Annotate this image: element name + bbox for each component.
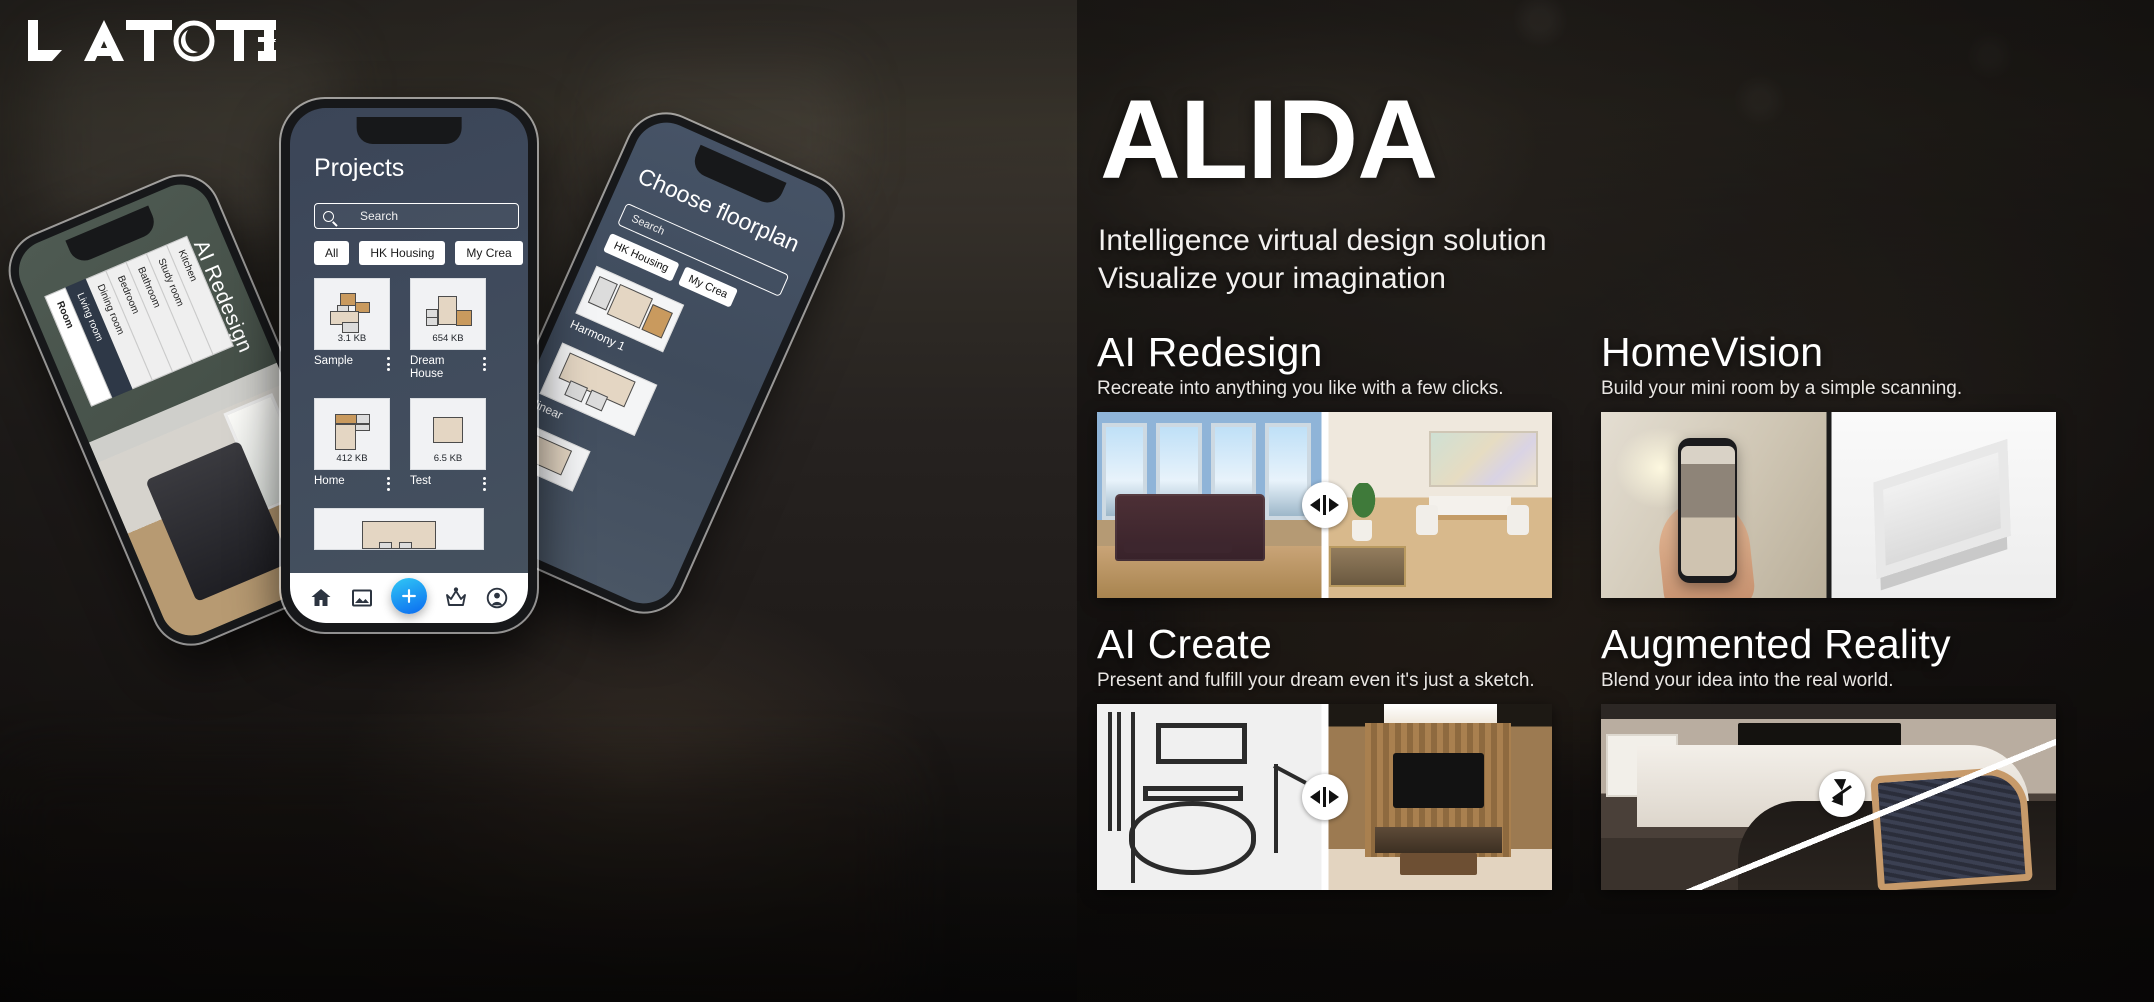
search-placeholder: Search bbox=[629, 212, 667, 238]
project-card[interactable]: 3.1 KB Sample bbox=[314, 278, 390, 381]
feature-card-ai-redesign[interactable]: AI Redesign Recreate into anything you l… bbox=[1097, 329, 1552, 599]
phone-notch bbox=[356, 117, 462, 144]
bottom-tab-bar[interactable] bbox=[290, 573, 528, 623]
hero-tagline-line1: Intelligence virtual design solution bbox=[1098, 224, 1547, 257]
hero-tagline: Intelligence virtual design solution Vis… bbox=[1098, 222, 1547, 298]
search-placeholder: Search bbox=[360, 209, 399, 223]
feature-card-augmented-reality[interactable]: Augmented Reality Blend your idea into t… bbox=[1601, 621, 2056, 891]
filter-chip-hk-housing[interactable]: HK Housing bbox=[359, 241, 446, 265]
project-card[interactable]: 412 KB Home bbox=[314, 397, 390, 491]
feature-subtitle: Present and fulfill your dream even it's… bbox=[1097, 670, 1535, 692]
render-image bbox=[1324, 704, 1552, 891]
gallery-icon[interactable] bbox=[350, 586, 374, 610]
project-name: Sample bbox=[314, 355, 353, 367]
feature-subtitle: Blend your idea into the real world. bbox=[1601, 670, 1894, 692]
account-icon[interactable] bbox=[485, 586, 509, 610]
project-thumbnail bbox=[314, 507, 484, 550]
project-size: 412 KB bbox=[336, 452, 368, 464]
comparison-slider-handle[interactable] bbox=[1301, 482, 1348, 529]
project-card[interactable]: 654 KB Dream House bbox=[410, 278, 486, 381]
feature-image-before-after[interactable] bbox=[1097, 412, 1552, 599]
phone-screen: Projects Search All HK Housing My Crea 3… bbox=[290, 108, 528, 623]
project-size: 3.1 KB bbox=[337, 333, 367, 344]
projects-filter-chips[interactable]: All HK Housing My Crea bbox=[314, 241, 523, 265]
feature-title: Augmented Reality bbox=[1601, 621, 1951, 667]
feature-card-ai-create[interactable]: AI Create Present and fulfill your dream… bbox=[1097, 621, 1552, 891]
project-menu-icon[interactable] bbox=[387, 355, 390, 371]
filter-chip-all[interactable]: All bbox=[314, 241, 350, 265]
poster-canvas: ALIDA Intelligence virtual design soluti… bbox=[0, 0, 2154, 1002]
projects-grid: 3.1 KB Sample 654 KB Dream House 412 KB … bbox=[314, 278, 524, 550]
project-thumbnail: 654 KB bbox=[410, 278, 486, 350]
feature-title: AI Redesign bbox=[1097, 329, 1323, 375]
projects-search-input[interactable]: Search bbox=[314, 203, 519, 229]
project-name: Home bbox=[314, 474, 345, 487]
hero-tagline-line2: Visualize your imagination bbox=[1098, 262, 1446, 296]
project-size: 654 KB bbox=[432, 333, 464, 344]
after-image bbox=[1324, 412, 1552, 599]
project-card[interactable] bbox=[314, 507, 484, 550]
feature-image-scan[interactable] bbox=[1601, 412, 2056, 599]
project-size: 6.5 KB bbox=[433, 452, 463, 464]
project-name: Test bbox=[410, 474, 432, 487]
room-model-3d bbox=[1828, 412, 2056, 599]
sketch-image bbox=[1097, 704, 1325, 891]
project-menu-icon[interactable] bbox=[483, 475, 486, 491]
feature-title: AI Create bbox=[1097, 621, 1272, 667]
search-icon bbox=[323, 210, 334, 222]
comparison-slider-handle[interactable] bbox=[1819, 770, 1866, 817]
add-project-button[interactable] bbox=[390, 578, 427, 614]
latote-logo bbox=[26, 18, 276, 64]
home-icon[interactable] bbox=[309, 586, 333, 610]
project-thumbnail: 412 KB bbox=[314, 397, 390, 470]
phone-mockup-projects: Projects Search All HK Housing My Crea 3… bbox=[281, 99, 537, 632]
project-menu-icon[interactable] bbox=[483, 355, 486, 371]
project-thumbnail: 3.1 KB bbox=[314, 278, 390, 350]
image-divider bbox=[1826, 412, 1831, 599]
project-menu-icon[interactable] bbox=[387, 475, 390, 491]
hero-title: ALIDA bbox=[1100, 77, 1438, 202]
feature-image-ar[interactable] bbox=[1601, 704, 2056, 891]
before-image bbox=[1097, 412, 1325, 599]
crown-icon[interactable] bbox=[444, 586, 468, 610]
feature-subtitle: Build your mini room by a simple scannin… bbox=[1601, 378, 1963, 400]
comparison-slider-handle[interactable] bbox=[1301, 774, 1348, 821]
project-card[interactable]: 6.5 KB Test bbox=[410, 397, 486, 491]
project-thumbnail: 6.5 KB bbox=[410, 397, 486, 470]
projects-page-title: Projects bbox=[314, 154, 405, 182]
feature-subtitle: Recreate into anything you like with a f… bbox=[1097, 378, 1504, 400]
feature-card-homevision[interactable]: HomeVision Build your mini room by a sim… bbox=[1601, 329, 2056, 599]
project-name: Dream House bbox=[410, 355, 445, 380]
feature-image-sketch-render[interactable] bbox=[1097, 704, 1552, 891]
filter-chip-my-creation[interactable]: My Crea bbox=[455, 241, 523, 265]
scan-photo bbox=[1601, 412, 1829, 599]
feature-title: HomeVision bbox=[1601, 329, 1824, 375]
